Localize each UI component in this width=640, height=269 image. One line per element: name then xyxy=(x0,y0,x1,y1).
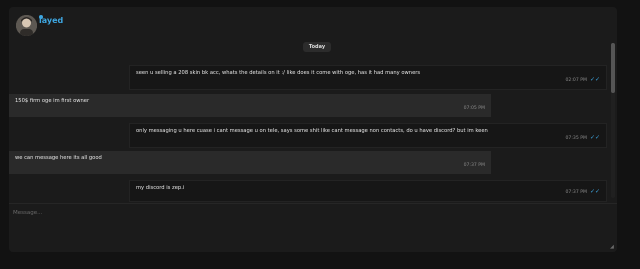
message-outgoing[interactable]: seen u selling a 208 skin bk acc, whats … xyxy=(129,65,607,90)
message-outgoing[interactable]: only messaging u here cuase i cant messa… xyxy=(129,123,607,148)
message-time: 07:05 PM xyxy=(463,106,485,111)
message-composer: ◢ xyxy=(9,203,617,252)
user-avatar-icon xyxy=(16,15,37,36)
date-divider: Today xyxy=(303,42,331,52)
message-text: 150$ firm oge im first owner xyxy=(15,98,90,104)
chat-username[interactable]: layed xyxy=(39,16,63,26)
chat-window: layed Today seen u selling a 208 skin bk… xyxy=(9,7,617,252)
read-receipt-icon: ✓✓ xyxy=(589,134,600,141)
message-time: 07:37 PM xyxy=(565,190,587,195)
message-meta: 07:37 PM xyxy=(464,162,485,169)
chat-header: layed xyxy=(9,7,617,39)
read-receipt-icon: ✓✓ xyxy=(589,76,600,83)
message-scrollbar[interactable] xyxy=(611,43,615,198)
message-time: 02:07 PM xyxy=(565,78,587,83)
message-meta: 07:37 PM ✓✓ xyxy=(566,188,601,196)
message-input[interactable] xyxy=(9,204,617,252)
message-incoming[interactable]: 150$ firm oge im first owner 07:05 PM xyxy=(9,94,491,117)
message-meta: 07:35 PM ✓✓ xyxy=(566,134,601,142)
message-text: my discord is zep.i xyxy=(136,185,185,191)
message-time: 07:35 PM xyxy=(565,136,587,141)
resize-grip-icon[interactable]: ◢ xyxy=(610,245,615,250)
message-time: 07:37 PM xyxy=(463,163,485,168)
message-outgoing[interactable]: my discord is zep.i 07:37 PM ✓✓ xyxy=(129,180,607,202)
scrollbar-thumb[interactable] xyxy=(611,43,615,93)
message-incoming[interactable]: we can message here its all good 07:37 P… xyxy=(9,151,491,174)
message-text: only messaging u here cuase i cant messa… xyxy=(136,128,488,134)
avatar[interactable] xyxy=(16,15,37,36)
message-text: seen u selling a 208 skin bk acc, whats … xyxy=(136,70,421,76)
message-text: we can message here its all good xyxy=(15,155,102,161)
message-meta: 02:07 PM ✓✓ xyxy=(566,76,601,84)
read-receipt-icon: ✓✓ xyxy=(589,188,600,195)
message-meta: 07:05 PM xyxy=(464,105,485,112)
message-list[interactable]: Today seen u selling a 208 skin bk acc, … xyxy=(9,39,617,202)
